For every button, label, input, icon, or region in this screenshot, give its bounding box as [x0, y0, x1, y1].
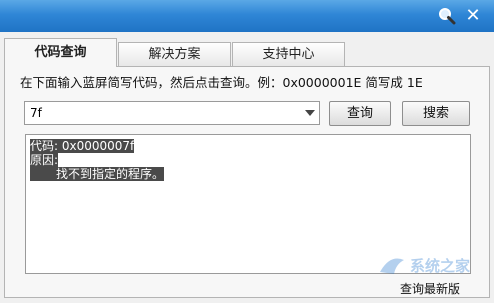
title-bar: ✕	[0, 0, 494, 32]
query-button[interactable]: 查询	[329, 101, 391, 126]
check-latest-version-button[interactable]: 查询最新版	[392, 281, 468, 297]
result-reason-label: 原因:	[30, 153, 59, 167]
result-code-line: 代码: 0x0000007f	[30, 139, 135, 153]
code-input[interactable]	[25, 102, 305, 124]
result-reason-text: 找不到指定的程序。	[30, 167, 165, 181]
tab-solution[interactable]: 解决方案	[118, 42, 231, 66]
result-box[interactable]: 代码: 0x0000007f 原因: 找不到指定的程序。	[25, 134, 471, 274]
tab-support-center[interactable]: 支持中心	[232, 42, 345, 66]
search-icon[interactable]	[436, 5, 458, 27]
code-combobox[interactable]	[24, 101, 320, 125]
chevron-down-icon[interactable]	[305, 110, 315, 116]
close-icon[interactable]: ✕	[462, 5, 484, 27]
instruction-text: 在下面输入蓝屏简写代码，然后点击查询。例：0x0000001E 简写成 1E	[20, 75, 423, 90]
search-button[interactable]: 搜索	[402, 101, 470, 126]
tab-code-query[interactable]: 代码查询	[4, 38, 117, 67]
